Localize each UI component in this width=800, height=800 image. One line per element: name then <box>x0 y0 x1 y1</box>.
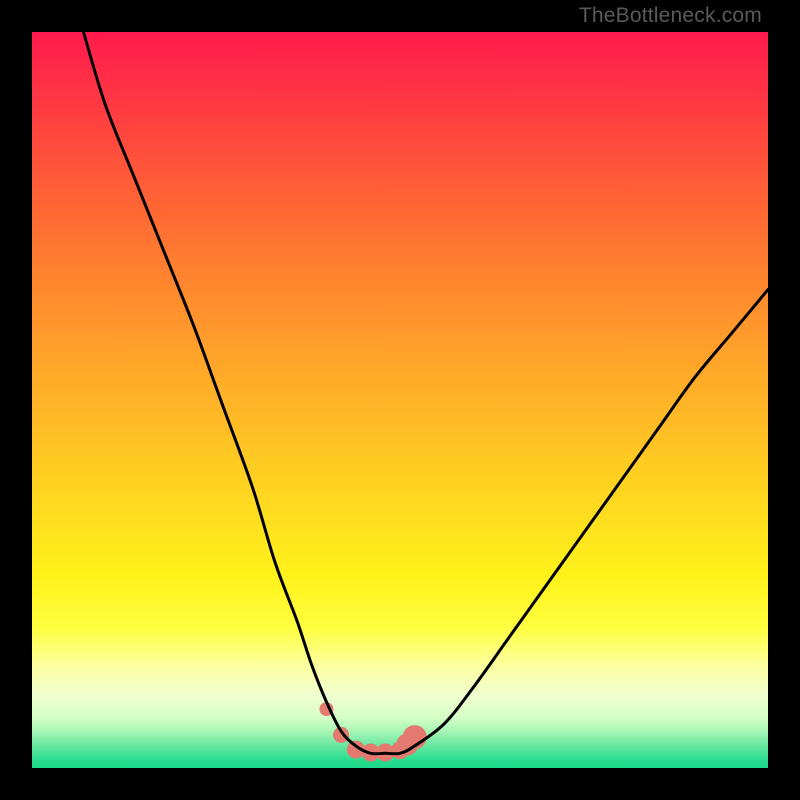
plot-area <box>32 32 768 768</box>
watermark-text: TheBottleneck.com <box>579 4 762 28</box>
chart-frame: TheBottleneck.com <box>0 0 800 800</box>
chart-svg <box>32 32 768 768</box>
bottleneck-curve-path <box>84 32 769 754</box>
